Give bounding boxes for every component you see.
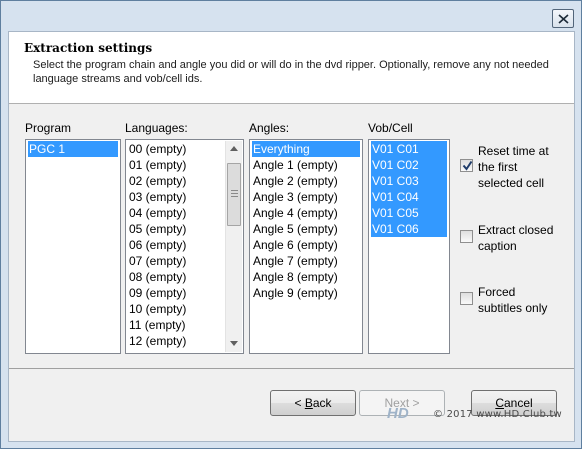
arrow-down-icon: [230, 341, 238, 346]
back-prefix: <: [294, 396, 305, 410]
reset-time-label: Reset time at the first selected cell: [478, 144, 549, 190]
languages-list-item[interactable]: 03 (empty): [128, 189, 223, 205]
cancel-label-rest: ancel: [503, 396, 533, 410]
languages-list-item[interactable]: 12 (empty): [128, 333, 223, 349]
angles-list-item[interactable]: Angle 4 (empty): [252, 205, 360, 221]
languages-listbox[interactable]: 12 (empty) 11 (empty) 10 (empty) 09 (empty)…: [125, 139, 244, 354]
languages-list-item[interactable]: 02 (empty): [128, 173, 223, 189]
forced-subtitles-checkbox[interactable]: [460, 292, 473, 305]
program-list-item[interactable]: PGC 1: [28, 141, 118, 157]
close-icon: [558, 14, 569, 24]
languages-list-item[interactable]: 01 (empty): [128, 157, 223, 173]
languages-list-item[interactable]: 10 (empty): [128, 301, 223, 317]
watermark-text: © 2017 www.HD.Club.tw: [433, 409, 562, 420]
angles-list-item[interactable]: Angle 9 (empty): [252, 285, 360, 301]
languages-label: Languages:: [125, 121, 188, 135]
wizard-header: Extraction settings Select the program c…: [9, 32, 574, 104]
angles-list-item[interactable]: Everything: [252, 141, 360, 157]
back-button[interactable]: < Back: [270, 390, 356, 416]
dialog-body: Extraction settings Select the program c…: [8, 31, 575, 442]
angles-list-item[interactable]: Angle 6 (empty): [252, 237, 360, 253]
angles-list-item[interactable]: Angle 8 (empty): [252, 269, 360, 285]
vobcell-list-item[interactable]: V01 C04: [371, 189, 447, 205]
footer-divider: [9, 368, 574, 369]
vobcell-list-item[interactable]: V01 C06: [371, 221, 447, 237]
forced-subtitles-label: Forced subtitles only: [478, 285, 548, 315]
languages-list-item[interactable]: 07 (empty): [128, 253, 223, 269]
program-listbox[interactable]: PGC 1: [25, 139, 121, 354]
scroll-down-button[interactable]: [226, 336, 242, 352]
vobcell-list-item[interactable]: V01 C02: [371, 157, 447, 173]
angles-list-item[interactable]: Angle 7 (empty): [252, 253, 360, 269]
title-bar: [1, 1, 581, 31]
arrow-up-icon: [230, 146, 238, 151]
vobcell-list-item[interactable]: V01 C01: [371, 141, 447, 157]
extract-closed-caption-checkbox[interactable]: [460, 230, 473, 243]
angles-list-item[interactable]: Angle 1 (empty): [252, 157, 360, 173]
close-button[interactable]: [552, 9, 574, 28]
languages-list-item[interactable]: 00 (empty): [128, 141, 223, 157]
angles-listbox[interactable]: Angle 9 (empty) Angle 8 (empty) Angle 7 (e…: [249, 139, 363, 354]
languages-list-item[interactable]: 11 (empty): [128, 317, 223, 333]
grip-line: [231, 190, 238, 191]
checkmark-icon: [462, 160, 473, 171]
header-description: Select the program chain and angle you d…: [33, 59, 549, 85]
back-mnemonic: B: [304, 396, 313, 410]
angles-list-item[interactable]: Angle 2 (empty): [252, 173, 360, 189]
program-label: Program: [25, 121, 72, 135]
back-label-rest: ack: [312, 396, 332, 410]
dialog-window: Extraction settings Select the program c…: [0, 0, 582, 449]
languages-list-item[interactable]: 06 (empty): [128, 237, 223, 253]
vobcell-listbox[interactable]: V01 C06 V01 C05 V01 C04 V01 C03 V01 C02 V01 C…: [368, 139, 450, 354]
languages-list-item[interactable]: 04 (empty): [128, 205, 223, 221]
grip-line: [231, 193, 238, 194]
languages-list-item[interactable]: 05 (empty): [128, 221, 223, 237]
extract-closed-caption-label: Extract closed caption: [478, 223, 554, 253]
watermark-logo: HD: [387, 405, 409, 422]
scroll-thumb[interactable]: [227, 163, 241, 226]
vobcell-label: Vob/Cell: [368, 121, 413, 135]
vobcell-list-item[interactable]: V01 C05: [371, 205, 447, 221]
languages-scrollbar[interactable]: [225, 141, 242, 352]
angles-list-item[interactable]: Angle 3 (empty): [252, 189, 360, 205]
angles-list-item[interactable]: Angle 5 (empty): [252, 221, 360, 237]
reset-time-checkbox[interactable]: [460, 159, 473, 172]
header-title: Extraction settings: [24, 41, 153, 55]
languages-list-item[interactable]: 09 (empty): [128, 285, 223, 301]
languages-list-item[interactable]: 08 (empty): [128, 269, 223, 285]
grip-line: [231, 196, 238, 197]
scroll-up-button[interactable]: [226, 141, 242, 157]
cancel-mnemonic: C: [495, 396, 504, 410]
angles-label: Angles:: [249, 121, 290, 135]
vobcell-list-item[interactable]: V01 C03: [371, 173, 447, 189]
